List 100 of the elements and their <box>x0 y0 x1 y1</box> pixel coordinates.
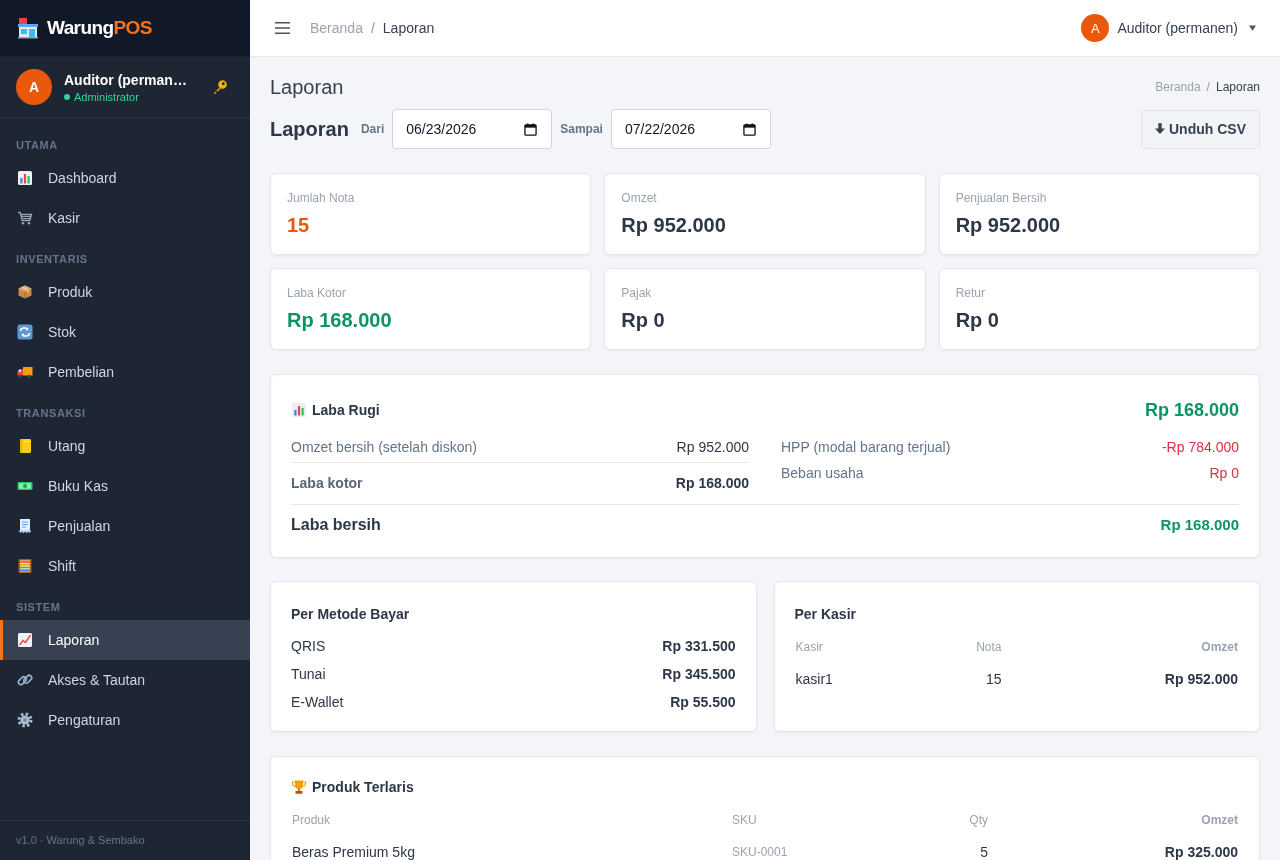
line-item-value: Rp 0 <box>1209 464 1239 483</box>
bar-chart-icon <box>17 170 33 186</box>
nav-item[interactable]: Kasir <box>0 198 250 238</box>
line-item-value: Rp 168.000 <box>675 474 749 493</box>
key-icon[interactable] <box>212 79 228 95</box>
column-header: Nota <box>975 639 1003 656</box>
user-avatar: A <box>16 69 52 105</box>
page-title: Laporan <box>270 77 344 97</box>
nav-item[interactable]: Utang <box>0 426 250 466</box>
stat-label: Omzet <box>621 190 657 206</box>
user-avatar: A <box>1081 14 1110 42</box>
line-chart-icon <box>17 632 33 648</box>
card-title: Produk Terlaris <box>312 778 414 796</box>
nav-item[interactable]: Akses & Tautan <box>0 660 250 700</box>
store-icon <box>17 17 39 39</box>
table-cell-text: 15 <box>984 670 1003 689</box>
table-cell-text: SKU-0001 <box>731 844 789 860</box>
nav-item[interactable]: Pembelian <box>0 352 250 392</box>
table-cell-text: 5 <box>979 843 989 860</box>
line-item-label: Omzet bersih (setelah diskon) <box>291 438 477 457</box>
download-csv-button[interactable]: Unduh CSV <box>1141 109 1260 149</box>
column-header: Omzet <box>1200 812 1239 829</box>
line-item-value: -Rp 784.000 <box>1161 438 1239 457</box>
stat-label: Pajak <box>621 285 652 301</box>
date-label: Dari <box>360 122 385 136</box>
column-header: SKU <box>731 812 758 829</box>
line-item-label: Laba kotor <box>291 474 363 493</box>
date-field[interactable]: 06/23/2026 <box>392 109 553 149</box>
receipt-icon <box>17 518 33 534</box>
stat-label: Retur <box>955 285 985 301</box>
nav-section-title: TRANSAKSI <box>15 406 87 421</box>
line-item-label: Beban usaha <box>781 464 864 483</box>
table-cell-text: Rp 952.000 <box>1163 670 1239 689</box>
box-icon <box>17 284 33 300</box>
stat-value: Rp 168.000 <box>287 308 392 332</box>
payment-method-amount: Rp 345.500 <box>662 665 736 684</box>
menu-icon[interactable] <box>275 21 290 35</box>
breadcrumb-current: Laporan <box>382 20 435 36</box>
truck-icon <box>17 364 33 380</box>
stat-label: Penjualan Bersih <box>955 190 1047 206</box>
caret-icon <box>1249 25 1256 31</box>
nav-item[interactable]: Produk <box>0 272 250 312</box>
breadcrumb-separator: / <box>1206 80 1210 94</box>
profit-total: Rp 168.000 <box>1144 399 1239 421</box>
bar-chart-icon <box>291 402 307 418</box>
nav-item[interactable]: Pengaturan <box>0 700 250 740</box>
date-field[interactable]: 07/22/2026 <box>610 109 771 149</box>
stat-value: Rp 0 <box>621 308 665 332</box>
brand-name: WarungPOS <box>47 17 152 39</box>
card-title: Per Kasir <box>794 605 856 623</box>
payment-method-label: E-Wallet <box>291 693 344 712</box>
nav-item[interactable]: Penjualan <box>0 506 250 546</box>
table-cell-text: Rp 325.000 <box>1163 843 1239 860</box>
notebook-icon <box>17 438 33 454</box>
payment-method-label: QRIS <box>291 637 326 656</box>
down-arrow-icon <box>1155 123 1165 135</box>
user-role: Administrator <box>74 90 139 103</box>
net-profit-label: Laba bersih <box>291 515 381 535</box>
payment-method-amount: Rp 331.500 <box>662 637 736 656</box>
date-label: Sampai <box>560 122 603 136</box>
user-menu[interactable]: A Auditor (permanen) <box>1081 14 1256 42</box>
payment-method-amount: Rp 55.500 <box>670 693 736 712</box>
breadcrumb-separator: / <box>370 20 375 36</box>
cycle-arrows-icon <box>17 324 33 340</box>
stat-value: Rp 0 <box>955 308 999 332</box>
table-cell-text: Beras Premium 5kg <box>291 843 416 860</box>
cart-icon <box>17 210 33 226</box>
stat-value: Rp 952.000 <box>955 213 1061 237</box>
card-title: Per Metode Bayar <box>291 605 410 623</box>
stat-value: 15 <box>287 213 310 237</box>
card-title: Laba Rugi <box>312 401 380 419</box>
stat-label: Laba Kotor <box>287 285 346 301</box>
net-profit-value: Rp 168.000 <box>1160 515 1239 535</box>
nav-section-title: SISTEM <box>15 600 62 615</box>
calendar-icon[interactable] <box>742 122 756 136</box>
version-footer: v1.0 · Warung & Sembako <box>0 820 250 860</box>
link-icon <box>17 672 33 688</box>
column-header: Qty <box>968 812 989 829</box>
payment-method-label: Tunai <box>291 665 326 684</box>
stat-label: Jumlah Nota <box>287 190 355 206</box>
column-header: Omzet <box>1200 639 1239 656</box>
nav-item[interactable]: Buku Kas <box>0 466 250 506</box>
breadcrumb-current: Laporan <box>1215 80 1260 94</box>
column-header: Produk <box>291 812 332 829</box>
nav-section-title: INVENTARIS <box>15 252 89 267</box>
trophy-icon <box>291 779 307 795</box>
abacus-icon <box>17 558 33 574</box>
user-name: Auditor (perman… <box>64 71 188 88</box>
nav-item[interactable]: Dashboard <box>0 158 250 198</box>
column-header: Kasir <box>794 639 824 656</box>
stat-value: Rp 952.000 <box>621 213 726 237</box>
line-item-value: Rp 952.000 <box>676 438 749 457</box>
nav-item[interactable]: Stok <box>0 312 250 352</box>
calendar-icon[interactable] <box>524 122 538 136</box>
nav-item[interactable]: Shift <box>0 546 250 586</box>
section-heading: Laporan <box>270 117 349 141</box>
nav-item[interactable]: Laporan <box>0 620 250 660</box>
table-cell-text: kasir1 <box>794 670 834 689</box>
nav-section-title: UTAMA <box>15 138 59 153</box>
gear-icon <box>17 712 33 728</box>
